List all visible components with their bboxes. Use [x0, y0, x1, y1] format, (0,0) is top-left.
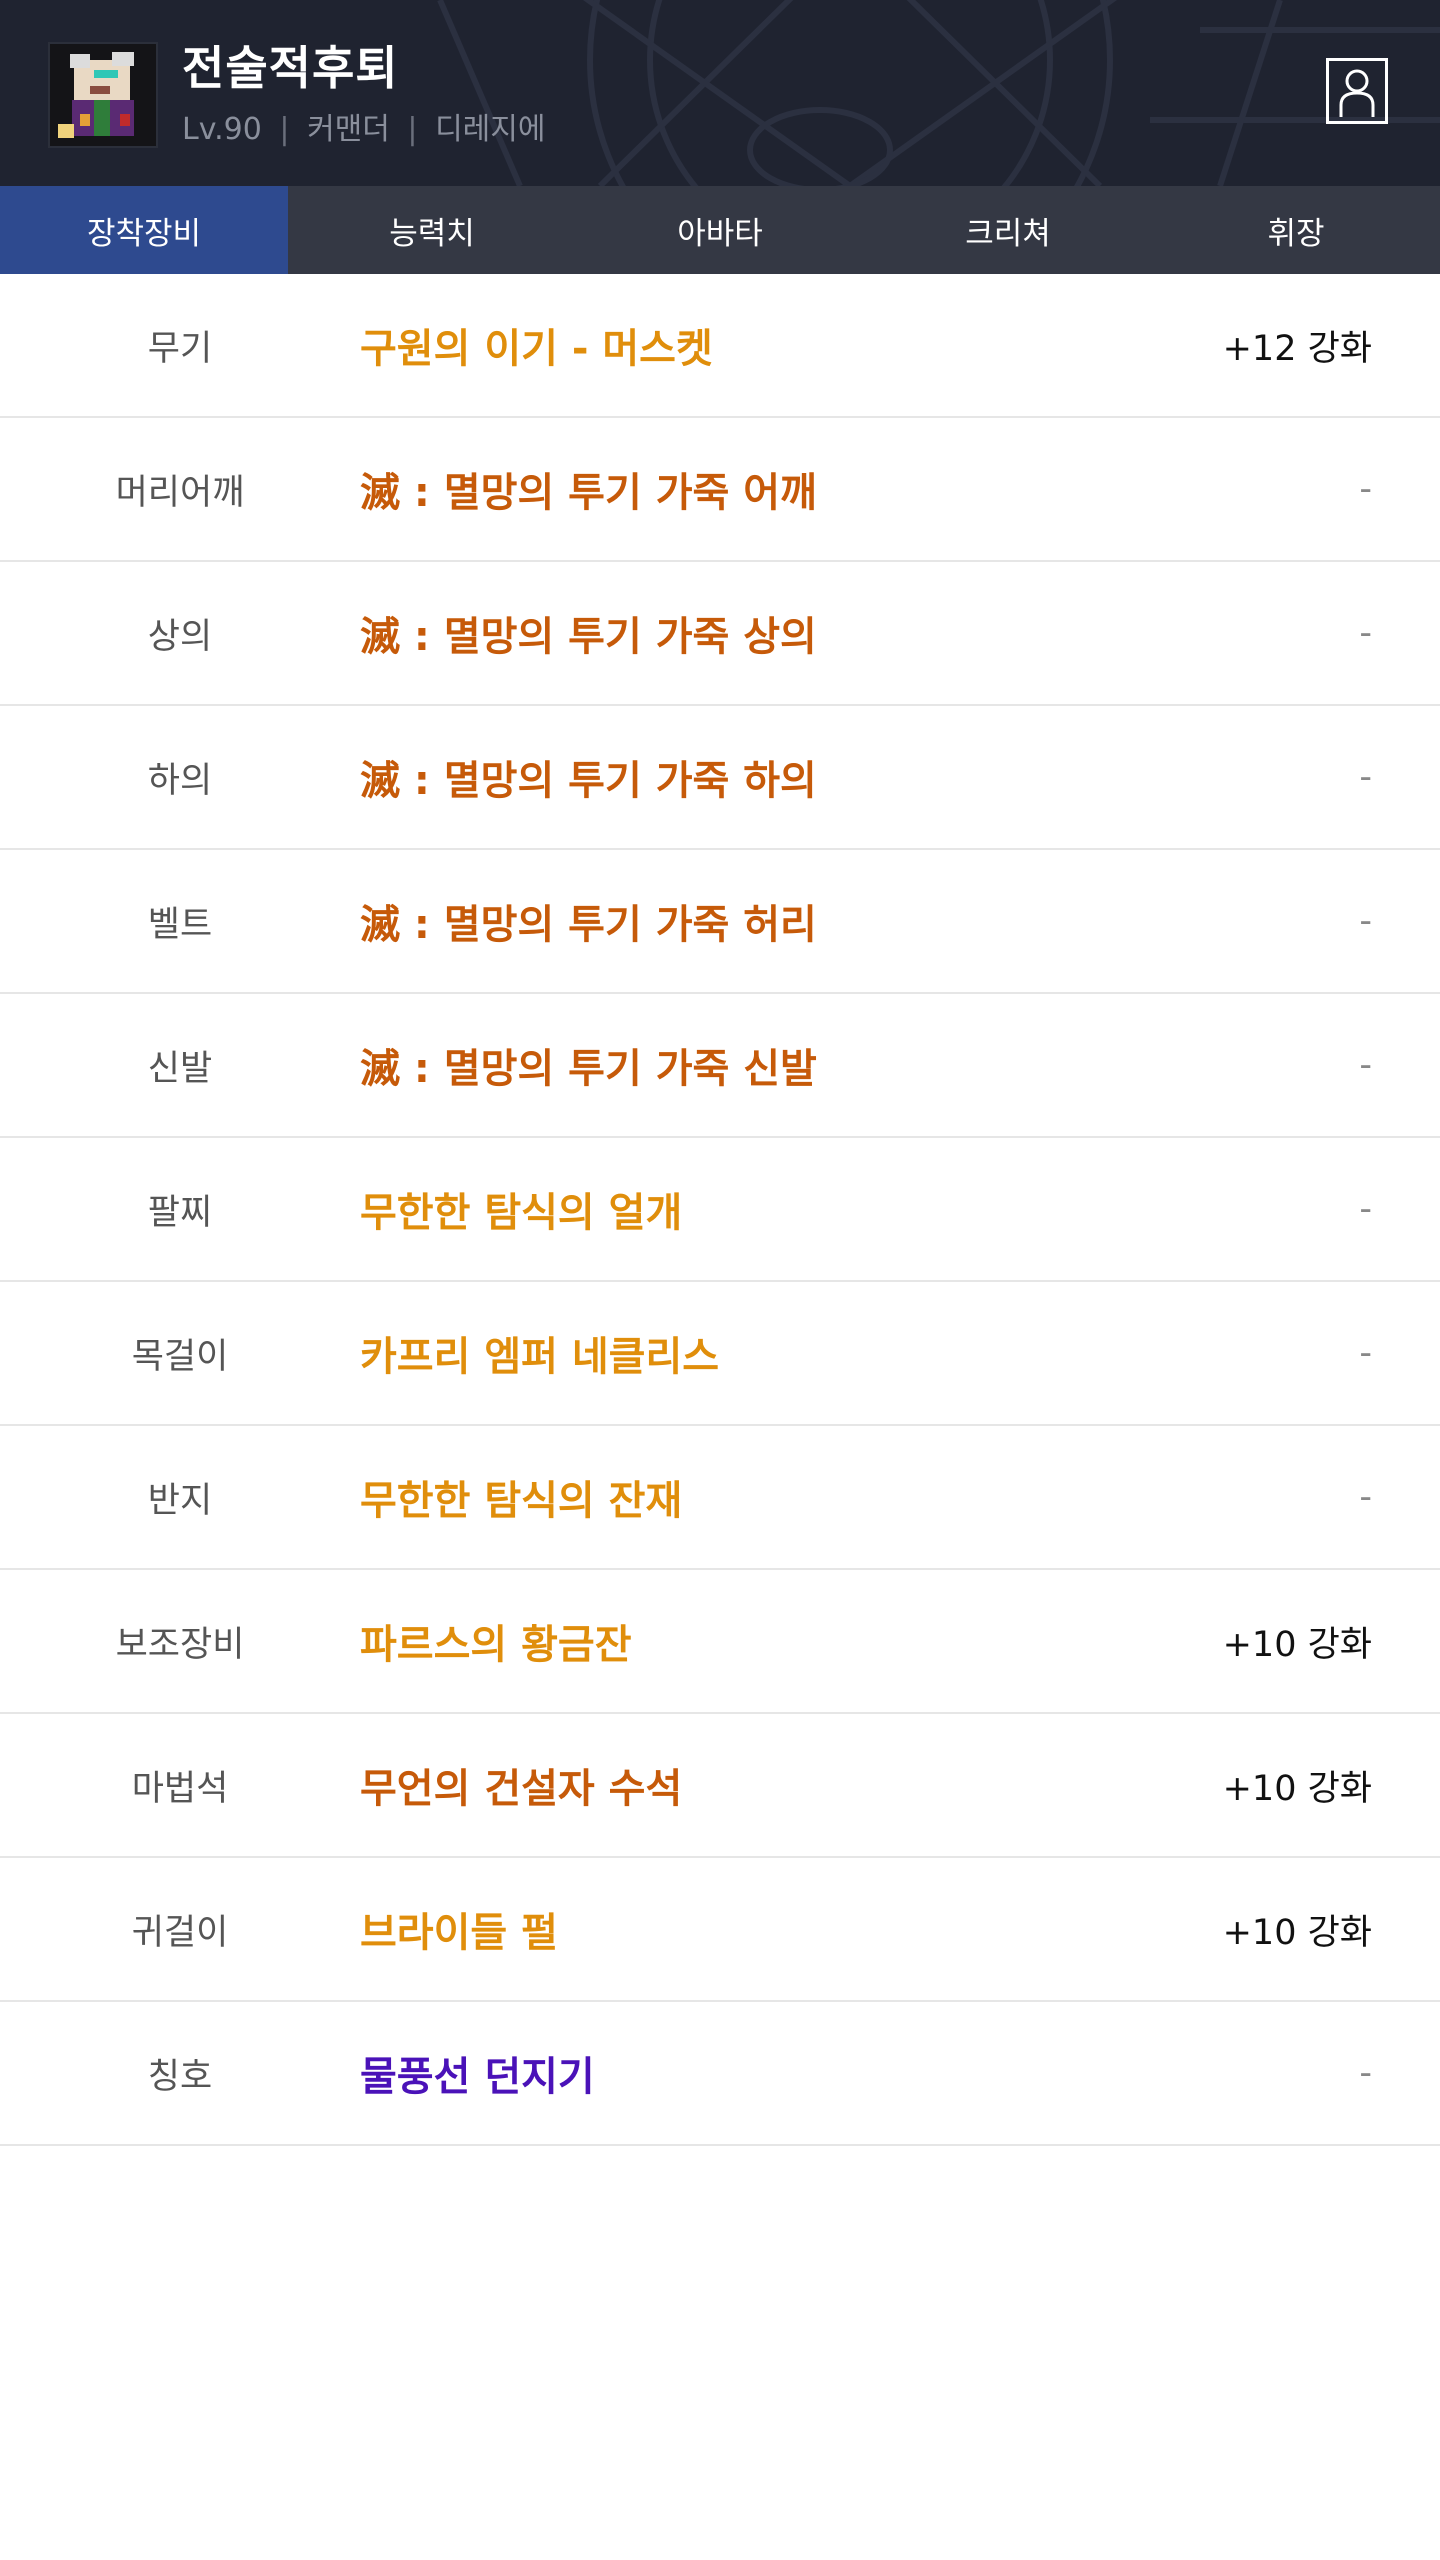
info-separator: | [279, 112, 290, 147]
character-level: Lv.90 [182, 112, 262, 147]
slot-label: 머리어깨 [115, 472, 245, 513]
enhance-level: - [1359, 1333, 1372, 1373]
item-name: 滅 : 멸망의 투기 가죽 어깨 [360, 470, 817, 516]
item-name: 브라이들 펄 [360, 1910, 558, 1956]
item-name: 滅 : 멸망의 투기 가죽 허리 [360, 902, 817, 948]
item-name: 물풍선 던지기 [360, 2054, 595, 2100]
enhance-level: - [1359, 757, 1372, 797]
slot-label: 상의 [147, 616, 213, 657]
slot-label: 신발 [147, 1048, 213, 1089]
character-job: 커맨더 [307, 112, 390, 147]
enhance-level: +10 강화 [1222, 1768, 1372, 1809]
enhance-level: +12 강화 [1222, 328, 1372, 369]
item-name: 무한한 탐식의 얼개 [360, 1190, 683, 1236]
enhance-level: - [1359, 469, 1372, 509]
equipment-row[interactable]: 신발 滅 : 멸망의 투기 가죽 신발 - [0, 994, 1440, 1138]
equipment-row[interactable]: 보조장비 파르스의 황금잔 +10 강화 [0, 1570, 1440, 1714]
item-name: 무한한 탐식의 잔재 [360, 1478, 683, 1524]
slot-label: 반지 [147, 1480, 213, 1521]
item-name: 무언의 건설자 수석 [360, 1766, 683, 1812]
item-name: 滅 : 멸망의 투기 가죽 상의 [360, 614, 817, 660]
equipment-row[interactable]: 머리어깨 滅 : 멸망의 투기 가죽 어깨 - [0, 418, 1440, 562]
slot-label: 보조장비 [115, 1624, 245, 1665]
tab-avatar[interactable]: 아바타 [576, 186, 864, 274]
slot-label: 마법석 [131, 1768, 229, 1809]
equipment-row[interactable]: 반지 무한한 탐식의 잔재 - [0, 1426, 1440, 1570]
tab-stats[interactable]: 능력치 [288, 186, 576, 274]
character-avatar[interactable] [48, 42, 158, 148]
character-server: 디레지에 [435, 112, 546, 147]
character-portrait-icon [50, 44, 156, 146]
character-name: 전술적후퇴 [182, 41, 399, 95]
slot-label: 팔찌 [147, 1192, 213, 1233]
tab-creature[interactable]: 크리쳐 [864, 186, 1152, 274]
item-name: 구원의 이기 - 머스켓 [360, 326, 713, 372]
enhance-level: +10 강화 [1222, 1624, 1372, 1665]
slot-label: 귀걸이 [131, 1912, 229, 1953]
enhance-level: - [1359, 1045, 1372, 1085]
profile-button[interactable] [1326, 58, 1388, 124]
item-name: 滅 : 멸망의 투기 가죽 하의 [360, 758, 817, 804]
slot-label: 하의 [147, 760, 213, 801]
equipment-row[interactable]: 귀걸이 브라이들 펄 +10 강화 [0, 1858, 1440, 2002]
enhance-level: - [1359, 901, 1372, 941]
equipment-row[interactable]: 목걸이 카프리 엠퍼 네클리스 - [0, 1282, 1440, 1426]
equipment-row[interactable]: 팔찌 무한한 탐식의 얼개 - [0, 1138, 1440, 1282]
profile-icon [1339, 69, 1375, 117]
tab-equipment[interactable]: 장착장비 [0, 186, 288, 274]
equipment-list: 무기 구원의 이기 - 머스켓 +12 강화 머리어깨 滅 : 멸망의 투기 가… [0, 274, 1440, 2146]
slot-label: 벨트 [147, 904, 213, 945]
character-header: 전술적후퇴 Lv.90 | 커맨더 | 디레지에 [0, 0, 1440, 186]
slot-label: 목걸이 [131, 1336, 229, 1377]
slot-label: 칭호 [147, 2056, 213, 2097]
equipment-row[interactable]: 칭호 물풍선 던지기 - [0, 2002, 1440, 2146]
enhance-level: +10 강화 [1222, 1912, 1372, 1953]
enhance-level: - [1359, 1477, 1372, 1517]
equipment-row[interactable]: 하의 滅 : 멸망의 투기 가죽 하의 - [0, 706, 1440, 850]
enhance-level: - [1359, 613, 1372, 653]
item-name: 파르스의 황금잔 [360, 1622, 632, 1668]
character-info: Lv.90 | 커맨더 | 디레지에 [182, 104, 545, 148]
tab-insignia[interactable]: 휘장 [1152, 186, 1440, 274]
item-name: 滅 : 멸망의 투기 가죽 신발 [360, 1046, 817, 1092]
equipment-row[interactable]: 마법석 무언의 건설자 수석 +10 강화 [0, 1714, 1440, 1858]
info-separator: | [407, 112, 418, 147]
enhance-level: - [1359, 1189, 1372, 1229]
tab-bar: 장착장비 능력치 아바타 크리쳐 휘장 [0, 186, 1440, 274]
equipment-row[interactable]: 벨트 滅 : 멸망의 투기 가죽 허리 - [0, 850, 1440, 994]
equipment-row[interactable]: 무기 구원의 이기 - 머스켓 +12 강화 [0, 274, 1440, 418]
item-name: 카프리 엠퍼 네클리스 [360, 1334, 720, 1380]
enhance-level: - [1359, 2053, 1372, 2093]
slot-label: 무기 [147, 328, 213, 369]
equipment-row[interactable]: 상의 滅 : 멸망의 투기 가죽 상의 - [0, 562, 1440, 706]
